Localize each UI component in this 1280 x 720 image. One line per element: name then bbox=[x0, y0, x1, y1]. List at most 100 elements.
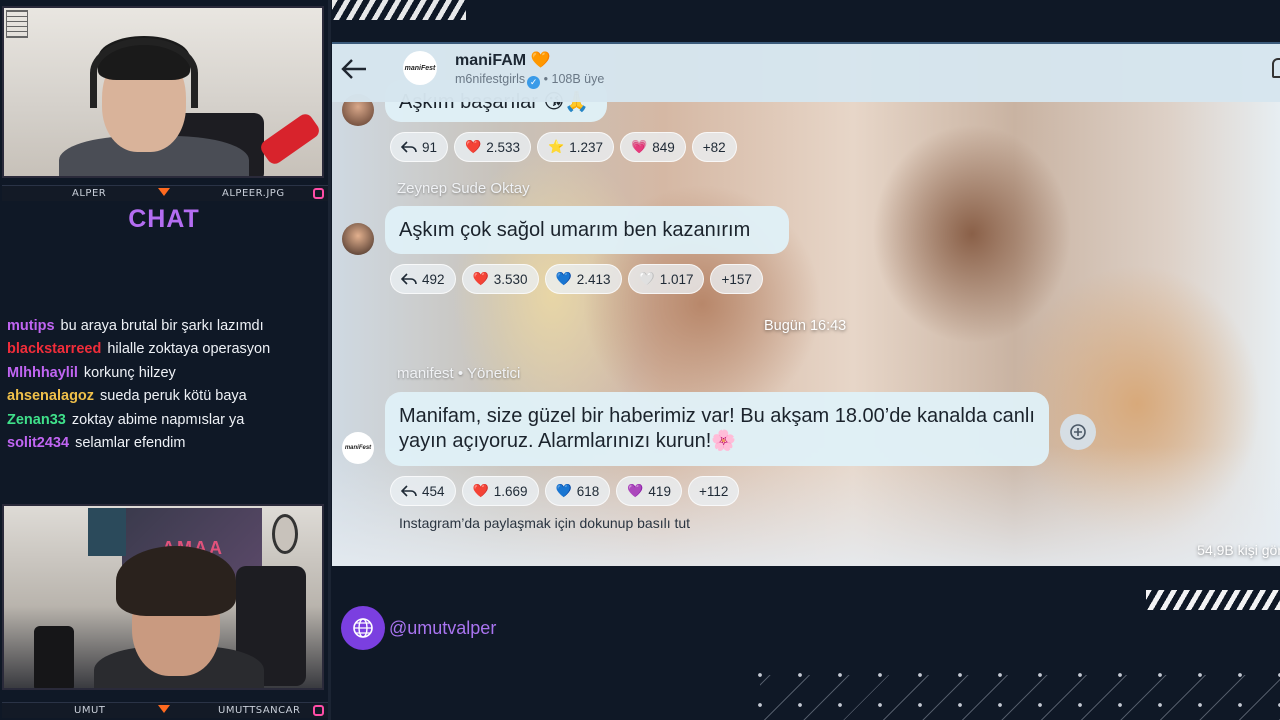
reply-count-chip[interactable]: 91 bbox=[390, 132, 449, 162]
reaction-chip[interactable]: 💙 2.413 bbox=[544, 264, 622, 294]
reactions-row: 492 ❤️ 3.530 💙 2.413 🤍 1.017 +157 bbox=[390, 264, 763, 294]
bottom-cam-namebar: UMUT UMUTTSANCAR bbox=[2, 702, 328, 718]
reaction-count: +82 bbox=[702, 139, 726, 155]
reaction-chip[interactable]: 💗 849 bbox=[620, 132, 686, 162]
reaction-count: 419 bbox=[648, 483, 671, 499]
reaction-emoji-icon: ❤️ bbox=[465, 139, 482, 154]
notification-icon[interactable] bbox=[1272, 58, 1280, 78]
chat-username[interactable]: mutips bbox=[7, 318, 55, 334]
reaction-count: 3.530 bbox=[493, 271, 528, 287]
wall-clock bbox=[272, 514, 298, 554]
reaction-emoji-icon: 🤍 bbox=[638, 271, 655, 286]
top-cam-namebar: ALPER ALPEER.JPG bbox=[2, 185, 328, 201]
reply-count-chip[interactable]: 492 bbox=[390, 264, 456, 294]
message-bubble[interactable]: Aşkım çok sağol umarım ben kazanırım bbox=[385, 206, 789, 254]
instagram-icon bbox=[313, 188, 324, 199]
message-text: Aşkım çok sağol umarım ben kazanırım bbox=[399, 219, 751, 241]
webcam-top bbox=[2, 6, 324, 178]
channel-name: maniFAM bbox=[455, 52, 527, 69]
reaction-chip[interactable]: ❤️ 2.533 bbox=[454, 132, 532, 162]
reaction-emoji-icon: ❤️ bbox=[472, 483, 489, 498]
channel-avatar[interactable]: maniFest bbox=[403, 51, 437, 85]
reaction-count: 849 bbox=[652, 139, 675, 155]
reaction-emoji-icon: 💙 bbox=[555, 271, 572, 286]
reaction-chip[interactable]: 💜 419 bbox=[616, 476, 682, 506]
reaction-emoji-icon: 💜 bbox=[627, 483, 644, 498]
more-reactions-chip[interactable]: +82 bbox=[691, 132, 737, 162]
microphone bbox=[257, 111, 322, 167]
date-separator: Bugün 16:43 bbox=[764, 318, 847, 334]
wall-grid bbox=[6, 10, 28, 38]
reaction-chip[interactable]: ❤️ 1.669 bbox=[461, 476, 539, 506]
reaction-emoji-icon: ⭐ bbox=[548, 139, 565, 154]
hair bbox=[116, 546, 236, 616]
more-reactions-chip[interactable]: +157 bbox=[710, 264, 763, 294]
chat-username[interactable]: blackstarreed bbox=[7, 341, 101, 357]
chat-username[interactable]: solit2434 bbox=[7, 435, 69, 451]
telegram-channel-view: Aşkım başarılar 😘🙏 91 ❤️ 2.533 ⭐ 1.237 💗 849 +8… bbox=[332, 42, 1280, 566]
reaction-emoji-icon: 💙 bbox=[555, 483, 572, 498]
back-arrow-icon[interactable] bbox=[340, 57, 368, 81]
chat-username[interactable]: ahsenalagoz bbox=[7, 388, 94, 404]
reaction-chip[interactable]: 💙 618 bbox=[544, 476, 611, 506]
reaction-count: 1.237 bbox=[569, 139, 603, 155]
chat-text: zoktay abime napmıslar ya bbox=[71, 411, 245, 428]
reply-count-chip[interactable]: 454 bbox=[390, 476, 456, 506]
instagram-icon bbox=[313, 705, 324, 716]
reply-icon bbox=[401, 485, 417, 497]
triangle-icon bbox=[158, 188, 170, 196]
sender-name[interactable]: Zeynep Sude Oktay bbox=[397, 180, 530, 197]
channel-subtitle: m6nifestgirls ✓ • 108B üye bbox=[455, 72, 604, 89]
sender-name[interactable]: manifest • Yönetici bbox=[397, 365, 520, 382]
reaction-count: 1.669 bbox=[493, 483, 528, 499]
orange-heart-icon: 🧡 bbox=[530, 52, 551, 69]
chat-username[interactable]: Mlhhhaylil bbox=[7, 365, 78, 381]
verified-icon: ✓ bbox=[527, 76, 541, 89]
top-cam-name: ALPER bbox=[72, 188, 107, 199]
chat-message: blackstarreed hilalle zoktaya operasyon bbox=[7, 341, 327, 364]
webcam-bottom: AMAA bbox=[2, 504, 324, 690]
message-bubble[interactable]: Manifam, size güzel bir haberimiz var! B… bbox=[385, 392, 1049, 466]
share-button[interactable] bbox=[1060, 414, 1096, 450]
reactions-row: 91 ❤️ 2.533 ⭐ 1.237 💗 849 +82 bbox=[390, 132, 737, 162]
stripes-decoration bbox=[332, 0, 466, 20]
reaction-count: +112 bbox=[698, 483, 729, 499]
chat-text: selamlar efendim bbox=[75, 434, 186, 451]
reaction-chip[interactable]: 🤍 1.017 bbox=[627, 264, 705, 294]
channel-title[interactable]: maniFAM 🧡 bbox=[455, 50, 551, 70]
social-handle-text: @umutvalper bbox=[389, 617, 497, 638]
more-reactions-chip[interactable]: +112 bbox=[687, 476, 740, 506]
chat-text: bu araya brutal bir şarkı lazımdı bbox=[60, 318, 264, 334]
share-hint: Instagram’da paylaşmak için dokunup bası… bbox=[399, 515, 691, 531]
reply-icon bbox=[401, 273, 417, 285]
reaction-chip[interactable]: ⭐ 1.237 bbox=[537, 132, 614, 162]
view-count: 54,9B kişi gör bbox=[1197, 542, 1280, 558]
reaction-count: 454 bbox=[422, 483, 445, 499]
reaction-count: 492 bbox=[422, 271, 445, 287]
member-count: • 108B üye bbox=[543, 72, 605, 86]
reaction-count: 2.533 bbox=[486, 139, 521, 155]
chat-text: hilalle zoktaya operasyon bbox=[107, 341, 271, 358]
chat-message: Zenan33 zoktay abime napmıslar ya bbox=[7, 412, 327, 435]
lines-decoration bbox=[760, 675, 1280, 720]
microphone bbox=[34, 626, 74, 688]
globe-icon bbox=[341, 606, 385, 650]
chat-text: korkunç hilzey bbox=[83, 364, 176, 381]
chat-message: solit2434 selamlar efendim bbox=[7, 435, 327, 458]
sender-avatar[interactable] bbox=[342, 223, 374, 255]
chat-username[interactable]: Zenan33 bbox=[7, 412, 66, 428]
message-text: Manifam, size güzel bir haberimiz var! B… bbox=[399, 405, 1035, 452]
reaction-count: 2.413 bbox=[576, 271, 611, 287]
reply-icon bbox=[401, 141, 417, 153]
chat-message: mutips bu araya brutal bir şarkı lazımdı bbox=[7, 318, 327, 341]
channel-avatar[interactable]: maniFest bbox=[342, 432, 374, 464]
reactions-row: 454 ❤️ 1.669 💙 618 💜 419 +112 bbox=[390, 476, 740, 506]
bottom-cam-handle: UMUTTSANCAR bbox=[218, 705, 301, 716]
chat-text: sueda peruk kötü baya bbox=[100, 388, 247, 405]
bottom-cam-name: UMUT bbox=[74, 705, 106, 716]
headset bbox=[90, 38, 198, 108]
reaction-count: 618 bbox=[576, 483, 600, 499]
reaction-emoji-icon: ❤️ bbox=[472, 271, 489, 286]
reaction-count: 1.017 bbox=[659, 271, 694, 287]
reaction-chip[interactable]: ❤️ 3.530 bbox=[461, 264, 539, 294]
